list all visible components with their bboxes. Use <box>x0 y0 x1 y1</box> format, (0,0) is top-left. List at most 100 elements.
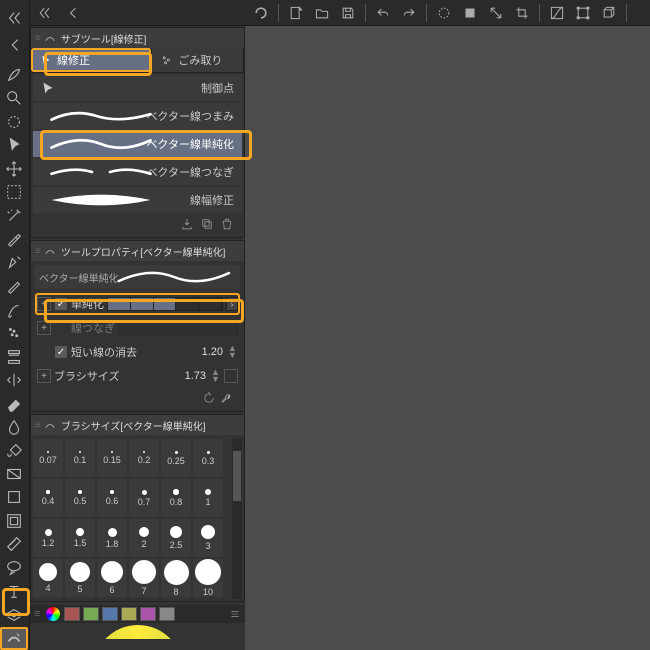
duplicate-icon[interactable] <box>200 217 216 233</box>
prop-brush-size[interactable]: + ブラシサイズ 1.73 ▲▼ <box>35 365 240 387</box>
brush-size-preset[interactable]: 10 <box>193 559 223 597</box>
delete-icon[interactable] <box>432 2 456 24</box>
brush-size-preset[interactable]: 4 <box>33 559 63 597</box>
color-set-tab[interactable] <box>159 607 175 621</box>
operation-tool-icon[interactable] <box>0 133 28 156</box>
open-icon[interactable] <box>310 2 334 24</box>
brush-tool-icon[interactable] <box>0 63 28 86</box>
brush-size-preset[interactable]: 0.7 <box>129 479 159 517</box>
brush-size-preset[interactable]: 6 <box>97 559 127 597</box>
brush-size-preset[interactable]: 1 <box>193 479 223 517</box>
brush-size-preset[interactable]: 0.07 <box>33 439 63 477</box>
checkbox-on-icon[interactable]: ✓ <box>54 297 68 311</box>
brush-size-preset[interactable]: 7 <box>129 559 159 597</box>
brush-size-preset[interactable]: 2.5 <box>161 519 191 557</box>
color-set-tab[interactable] <box>102 607 118 621</box>
reset-icon[interactable] <box>202 391 216 405</box>
color-wheel-icon[interactable] <box>46 607 60 621</box>
color-set-tab[interactable] <box>121 607 137 621</box>
subtool-panel-header[interactable]: ≡ サブツール[線修正] <box>31 28 244 48</box>
checkbox-off-icon[interactable] <box>54 321 68 335</box>
color-wheel[interactable] <box>93 625 183 639</box>
tab-dust[interactable]: ごみ取り <box>152 48 244 72</box>
brush-size-preset[interactable]: 0.5 <box>65 479 95 517</box>
new-icon[interactable] <box>284 2 308 24</box>
gradient-tool-icon[interactable] <box>0 462 28 485</box>
adjust-tool-icon[interactable] <box>0 368 28 391</box>
color-set-tab[interactable] <box>83 607 99 621</box>
brush-size-preset[interactable]: 0.8 <box>161 479 191 517</box>
brush2-tool-icon[interactable] <box>0 298 28 321</box>
pen-tool-icon[interactable] <box>0 251 28 274</box>
fill-icon[interactable] <box>458 2 482 24</box>
balloon-tool-icon[interactable] <box>0 556 28 579</box>
brush-size-preset[interactable]: 0.2 <box>129 439 159 477</box>
menu-icon[interactable] <box>229 608 241 620</box>
export-icon[interactable] <box>180 217 196 233</box>
fill-tool-icon[interactable] <box>0 439 28 462</box>
scrollbar[interactable] <box>232 439 242 599</box>
crop-icon[interactable] <box>510 2 534 24</box>
subtool-simplify[interactable]: ベクター線単純化 <box>33 131 242 157</box>
layer-tool-icon[interactable] <box>0 603 28 626</box>
dynamics-icon[interactable] <box>224 369 238 383</box>
3d-icon[interactable] <box>597 2 621 24</box>
collapse-double-icon[interactable] <box>34 3 56 23</box>
brush-size-preset[interactable]: 0.4 <box>33 479 63 517</box>
brush-size-preset[interactable]: 0.6 <box>97 479 127 517</box>
canvas-area[interactable] <box>245 0 650 650</box>
spinner-icon[interactable]: ▲▼ <box>211 369 221 383</box>
brush-size-preset[interactable]: 5 <box>65 559 95 597</box>
marquee-tool-icon[interactable] <box>0 180 28 203</box>
prop-simplify[interactable]: + ✓ 単純化 › <box>35 293 240 315</box>
collapse-icon[interactable] <box>62 3 84 23</box>
wrench-icon[interactable] <box>220 391 234 405</box>
save-icon[interactable] <box>336 2 360 24</box>
move-tool-icon[interactable] <box>0 110 28 133</box>
pencil-tool-icon[interactable] <box>0 274 28 297</box>
airbrush-tool-icon[interactable] <box>0 321 28 344</box>
frame-tool-icon[interactable] <box>0 509 28 532</box>
correct-line-tool-icon[interactable] <box>0 627 28 650</box>
brush-size-preset[interactable]: 3 <box>193 519 223 557</box>
brush-size-preset[interactable]: 0.15 <box>97 439 127 477</box>
tonecurve-icon[interactable] <box>545 2 569 24</box>
redo-icon[interactable] <box>397 2 421 24</box>
brush-size-preset[interactable]: 1.2 <box>33 519 63 557</box>
text-tool-icon[interactable] <box>0 580 28 603</box>
prop-value[interactable]: 1.20 <box>183 346 225 358</box>
brush-size-preset[interactable]: 0.3 <box>193 439 223 477</box>
brush-size-preset[interactable]: 1.8 <box>97 519 127 557</box>
undo-icon[interactable] <box>371 2 395 24</box>
ruler-tool-icon[interactable] <box>0 533 28 556</box>
expand-icon[interactable]: + <box>37 297 51 311</box>
transform-icon[interactable] <box>571 2 595 24</box>
subtool-control-point[interactable]: 制御点 <box>33 75 242 101</box>
brush-size-preset[interactable]: 1.5 <box>65 519 95 557</box>
scale-icon[interactable] <box>484 2 508 24</box>
color-set-tab[interactable] <box>140 607 156 621</box>
magnify-tool-icon[interactable] <box>0 86 28 109</box>
brush-size-preset[interactable]: 8 <box>161 559 191 597</box>
move-layer-tool-icon[interactable] <box>0 157 28 180</box>
delete-icon[interactable] <box>220 217 236 233</box>
eraser-tool-icon[interactable] <box>0 392 28 415</box>
subtool-pinch[interactable]: ベクター線つまみ <box>33 103 242 129</box>
expand-icon[interactable]: + <box>37 321 51 335</box>
brush-size-preset[interactable]: 0.1 <box>65 439 95 477</box>
subtool-connect[interactable]: ベクター線つなぎ <box>33 159 242 185</box>
wand-tool-icon[interactable] <box>0 204 28 227</box>
eyedropper-tool-icon[interactable] <box>0 227 28 250</box>
figure-tool-icon[interactable] <box>0 486 28 509</box>
clip-studio-icon[interactable] <box>249 2 273 24</box>
tab-line-correct[interactable]: 線修正 <box>31 48 152 72</box>
level-slider[interactable] <box>107 297 223 311</box>
blend-tool-icon[interactable] <box>0 415 28 438</box>
expand-icon[interactable]: + <box>37 369 51 383</box>
prop-value[interactable]: 1.73 <box>166 370 208 382</box>
brush-size-preset[interactable]: 2 <box>129 519 159 557</box>
chevron-right-icon[interactable]: › <box>226 297 238 311</box>
color-set-tab[interactable] <box>64 607 80 621</box>
decoration-tool-icon[interactable] <box>0 345 28 368</box>
collapse-double-icon[interactable] <box>1 6 29 30</box>
